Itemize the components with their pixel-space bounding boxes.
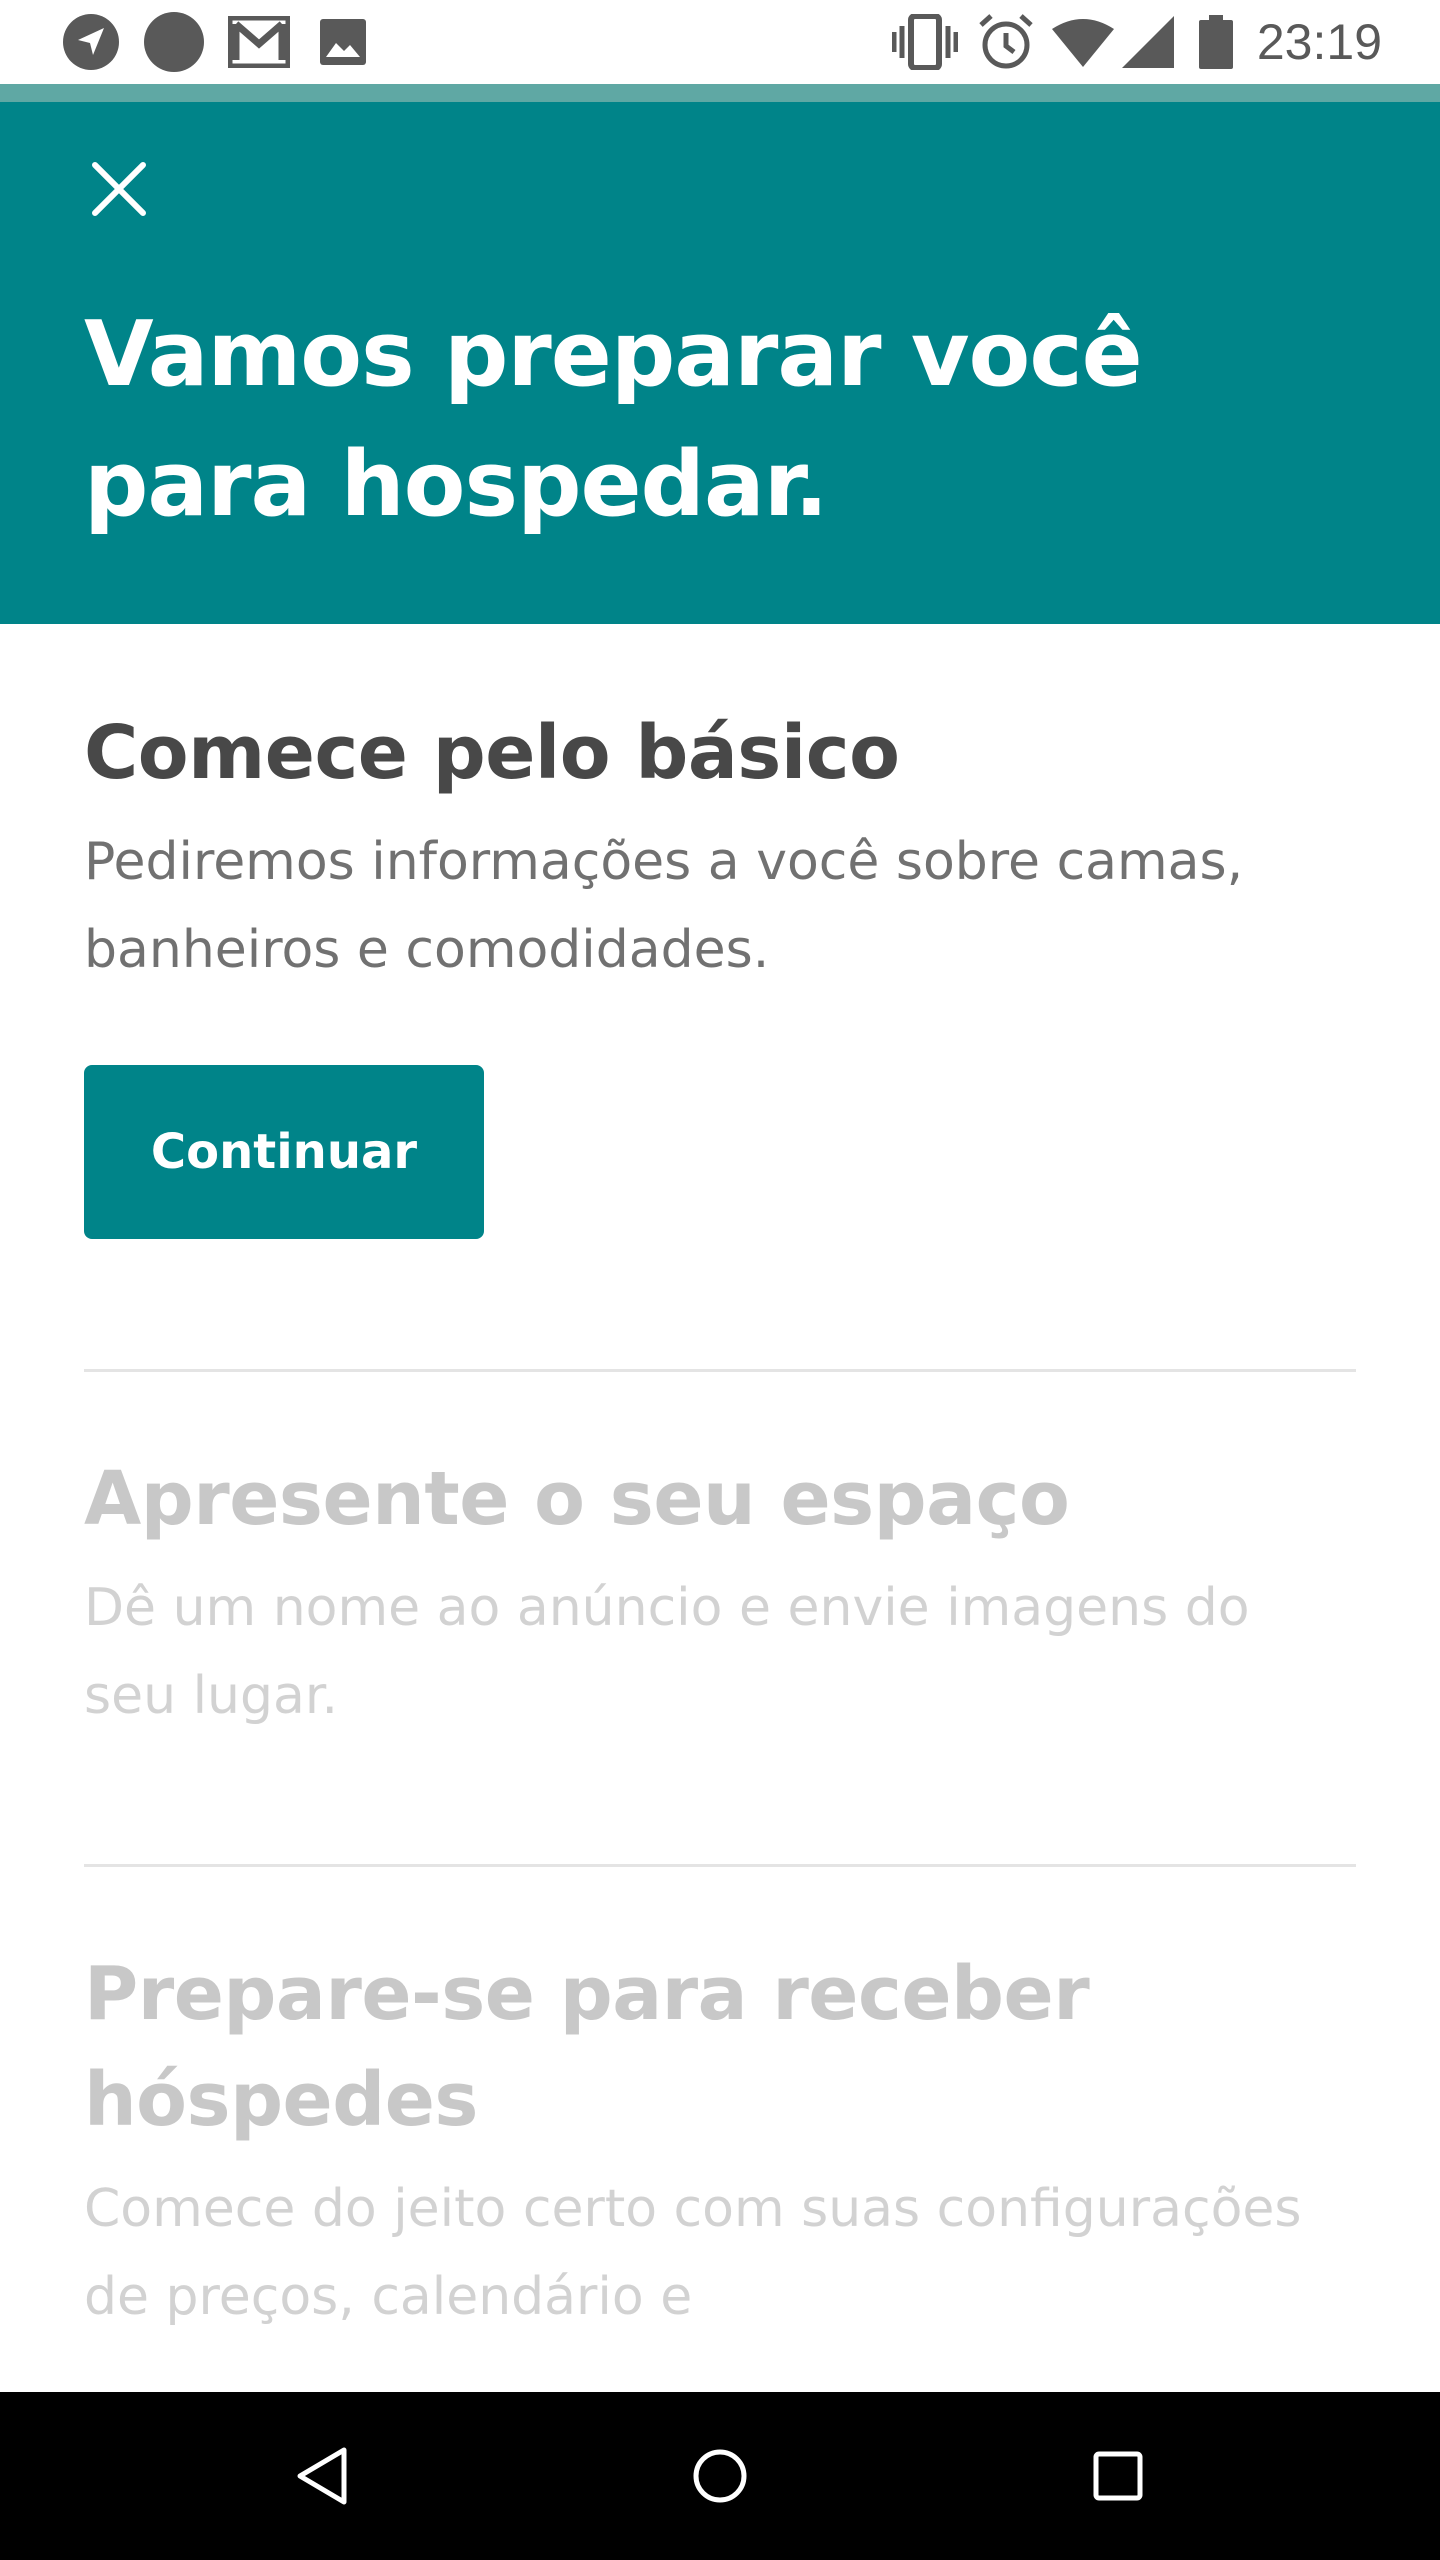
step-title: Comece pelo básico xyxy=(84,710,900,796)
recents-button[interactable] xyxy=(1068,2426,1168,2526)
image-icon xyxy=(318,12,368,72)
step-title: Apresente o seu espaço xyxy=(84,1456,1070,1542)
wifi-icon xyxy=(1052,12,1114,72)
page-title: Vamos preparar você para hospedar. xyxy=(84,302,1143,537)
back-button[interactable] xyxy=(272,2426,372,2526)
alarm-icon xyxy=(976,12,1036,72)
gmail-icon xyxy=(226,12,292,72)
step-description: Dê um nome ao anúncio e envie imagens do… xyxy=(84,1578,1250,1726)
header: Vamos preparar você para hospedar. xyxy=(0,102,1440,624)
status-bar: 23:19 xyxy=(0,0,1440,84)
home-button[interactable] xyxy=(670,2426,770,2526)
navigation-icon xyxy=(60,12,122,72)
continue-button[interactable]: Continuar xyxy=(84,1065,484,1239)
vibrate-icon xyxy=(890,12,960,72)
step-basics: Comece pelo básico Pediremos informações… xyxy=(84,700,1356,994)
recents-icon xyxy=(1093,2451,1143,2501)
screen: 23:19 Vamos preparar você para hospedar.… xyxy=(0,0,1440,2560)
home-icon xyxy=(693,2449,747,2503)
signal-icon xyxy=(1120,12,1176,72)
back-icon xyxy=(297,2447,347,2505)
step-description: Comece do jeito certo com suas configura… xyxy=(84,2179,1302,2327)
close-icon xyxy=(92,162,146,216)
status-accent-strip xyxy=(0,84,1440,102)
step-description: Pediremos informações a você sobre camas… xyxy=(84,832,1244,980)
divider xyxy=(84,1864,1356,1867)
navigation-bar xyxy=(0,2392,1440,2560)
close-button[interactable] xyxy=(84,154,154,224)
step-title: Prepare-se para receber hóspedes xyxy=(84,1951,1090,2143)
status-time: 23:19 xyxy=(1256,14,1382,70)
battery-icon xyxy=(1196,12,1236,72)
divider xyxy=(84,1369,1356,1372)
circle-icon xyxy=(142,12,206,72)
step-present-space: Apresente o seu espaço Dê um nome ao anú… xyxy=(84,1446,1356,1740)
step-prepare-guests: Prepare-se para receber hóspedes Comece … xyxy=(84,1941,1356,2341)
